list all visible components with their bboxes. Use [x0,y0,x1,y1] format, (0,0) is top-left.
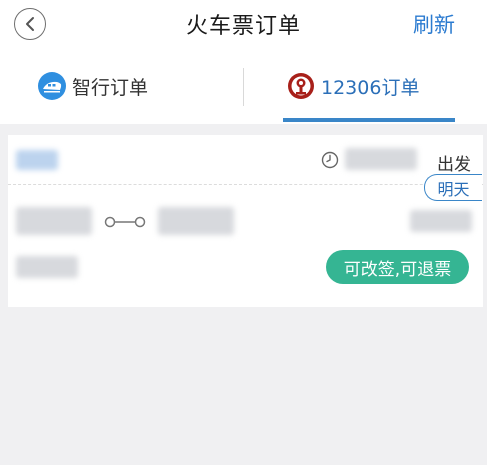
tab-12306-orders[interactable]: 12306订单 [287,48,419,124]
redacted-order-label [16,150,58,170]
depart-label: 出发 [437,155,471,175]
tab-12306-label: 12306订单 [321,76,420,99]
tab-zhixing-label: 智行订单 [72,76,149,99]
route-connector-icon [104,216,146,228]
refresh-button[interactable]: 刷新 [413,9,455,39]
railway-12306-logo-icon [288,73,314,99]
day-badge: 明天 [424,174,482,201]
redacted-passenger [16,256,78,278]
ticket-status-badge: 可改签,可退票 [326,250,469,284]
redacted-price [410,210,472,232]
redacted-from-station [16,207,92,235]
active-tab-indicator [283,118,455,122]
zhixing-train-logo-icon [38,72,66,100]
tab-divider [243,68,244,106]
card-divider [8,184,483,185]
redacted-depart-date [345,148,417,170]
clock-icon [321,151,339,169]
tab-zhixing-orders[interactable]: 智行订单 [38,48,148,124]
order-card[interactable]: 出发 明天 可改签,可退票 [8,135,483,307]
header-bar: 火车票订单 刷新 [0,0,487,48]
redacted-to-station [158,207,234,235]
order-tabs: 智行订单 12306订单 [0,48,487,124]
